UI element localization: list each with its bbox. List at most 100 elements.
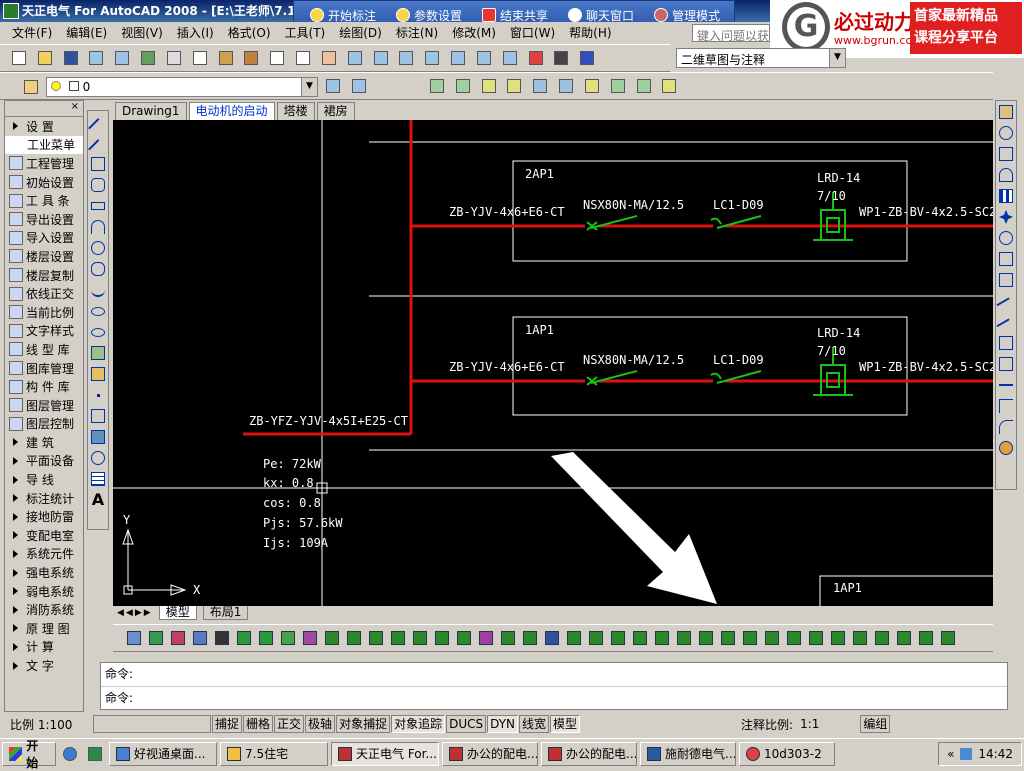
make-current-icon[interactable] [323,76,343,96]
menu-modify[interactable]: 修改(M) [452,24,496,41]
pan-icon[interactable] [319,48,339,68]
fillet-icon[interactable] [997,417,1015,437]
copy-object-icon[interactable] [997,123,1015,143]
match-prop-icon[interactable] [241,48,261,68]
tarch-tool-icon[interactable] [850,628,870,648]
preview-icon[interactable] [112,48,132,68]
chevron-down-icon[interactable]: ▼ [829,49,845,67]
rotate-icon[interactable] [997,228,1015,248]
tarch-tool-icon[interactable] [740,628,760,648]
tarch-tool-icon[interactable] [190,628,210,648]
lineweight-toggle[interactable]: 线宽 [519,715,550,733]
copy-icon[interactable] [190,48,210,68]
sheet-set-icon[interactable] [500,48,520,68]
tarch-tool-icon[interactable] [542,628,562,648]
layer-lock-icon[interactable] [504,76,524,96]
tool-palettes-icon[interactable] [474,48,494,68]
snap-toggle[interactable]: 捕捉 [212,715,243,733]
new-icon[interactable] [9,48,29,68]
multiline-text-icon[interactable]: A [89,490,107,510]
markup-icon[interactable] [526,48,546,68]
screen-menu-item[interactable]: 强电系统 [5,563,83,582]
construction-line-icon[interactable] [88,133,108,159]
close-icon[interactable]: × [71,101,79,112]
tarch-tool-icon[interactable] [278,628,298,648]
redo-icon[interactable] [293,48,313,68]
menu-insert[interactable]: 插入(I) [177,24,214,41]
undo-icon[interactable] [267,48,287,68]
layer-freeze-icon[interactable] [530,76,550,96]
calculator-icon[interactable] [551,48,571,68]
tarch-tool-icon[interactable] [256,628,276,648]
break-icon[interactable] [997,354,1015,374]
cut-icon[interactable] [164,48,184,68]
screen-menu-item[interactable]: 楼层复制 [5,266,83,285]
array-icon[interactable] [997,186,1015,206]
tarch-tool-icon[interactable] [124,628,144,648]
layer-match-icon[interactable] [556,76,576,96]
menu-edit[interactable]: 编辑(E) [66,24,107,41]
tarch-tool-icon[interactable] [432,628,452,648]
menu-view[interactable]: 视图(V) [121,24,163,41]
menu-format[interactable]: 格式(O) [228,24,271,41]
screen-menu-item[interactable]: 接地防雷 [5,507,83,526]
screen-menu-item[interactable]: 初始设置 [5,173,83,192]
command-input[interactable]: 命令: [101,686,1007,709]
spline-icon[interactable] [89,280,107,300]
screen-menu-item[interactable]: 工业菜单 [5,135,83,155]
make-block-icon[interactable] [89,364,107,384]
help-icon[interactable] [577,48,597,68]
break-point-icon[interactable] [997,333,1015,353]
tarch-tool-icon[interactable] [520,628,540,648]
task-video-desktop[interactable]: 好视通桌面... [109,741,217,766]
task-office-1[interactable]: 办公的配电... [442,741,538,766]
gradient-icon[interactable] [89,427,107,447]
explode-icon[interactable] [997,438,1015,458]
mirror-icon[interactable] [997,144,1015,164]
screen-menu-item[interactable]: 导出设置 [5,210,83,229]
insert-block-icon[interactable] [89,343,107,363]
circle-icon[interactable] [89,238,107,258]
workspace-select[interactable]: 二维草图与注释 ▼ [676,48,846,68]
scale-icon[interactable] [997,249,1015,269]
screen-menu-item[interactable]: 导 线 [5,470,83,489]
menu-file[interactable]: 文件(F) [12,24,52,41]
tarch-tool-icon[interactable] [586,628,606,648]
point-icon[interactable] [89,385,107,405]
tarch-tool-icon[interactable] [938,628,958,648]
layer-delete-icon[interactable] [634,76,654,96]
join-icon[interactable] [997,375,1015,395]
tab-layout1[interactable]: 布局1 [202,606,249,620]
screen-menu-item[interactable]: 原 理 图 [5,619,83,638]
tarch-tool-icon[interactable] [784,628,804,648]
menu-draw[interactable]: 绘图(D) [339,24,382,41]
task-tarch[interactable]: 天正电气 For... [331,741,439,766]
tarch-tool-icon[interactable] [674,628,694,648]
screen-menu-item[interactable]: 图层管理 [5,396,83,415]
stretch-icon[interactable] [997,270,1015,290]
zoom-realtime-icon[interactable] [345,48,365,68]
tarch-tool-icon[interactable] [366,628,386,648]
tarch-tool-icon[interactable] [168,628,188,648]
move-icon[interactable] [997,207,1015,227]
command-window[interactable]: 命令: 命令: [100,662,1008,710]
tab-motor-start[interactable]: 电动机的启动 [188,102,275,120]
polyline-icon[interactable] [89,154,107,174]
ellipse-arc-icon[interactable] [89,322,107,342]
erase-icon[interactable] [997,102,1015,122]
tab-nav-arrows-icon[interactable]: ◀◀▶▶ [117,608,153,618]
tarch-tool-icon[interactable] [916,628,936,648]
ellipse-icon[interactable] [89,301,107,321]
menu-dimension[interactable]: 标注(N) [396,24,438,41]
screen-menu-item[interactable]: 当前比例 [5,303,83,322]
tarch-tool-icon[interactable] [894,628,914,648]
quicklaunch-icon[interactable] [85,744,105,764]
layer-change-icon[interactable] [659,76,679,96]
tarch-tool-icon[interactable] [806,628,826,648]
help-search-input[interactable]: 键入问题以获取 [692,24,770,42]
grid-toggle[interactable]: 栅格 [243,715,274,733]
tab-tower[interactable]: 塔楼 [276,102,315,120]
layer-merge-icon[interactable] [608,76,628,96]
screen-menu-item[interactable]: 线 型 库 [5,340,83,359]
tarch-tool-icon[interactable] [388,628,408,648]
